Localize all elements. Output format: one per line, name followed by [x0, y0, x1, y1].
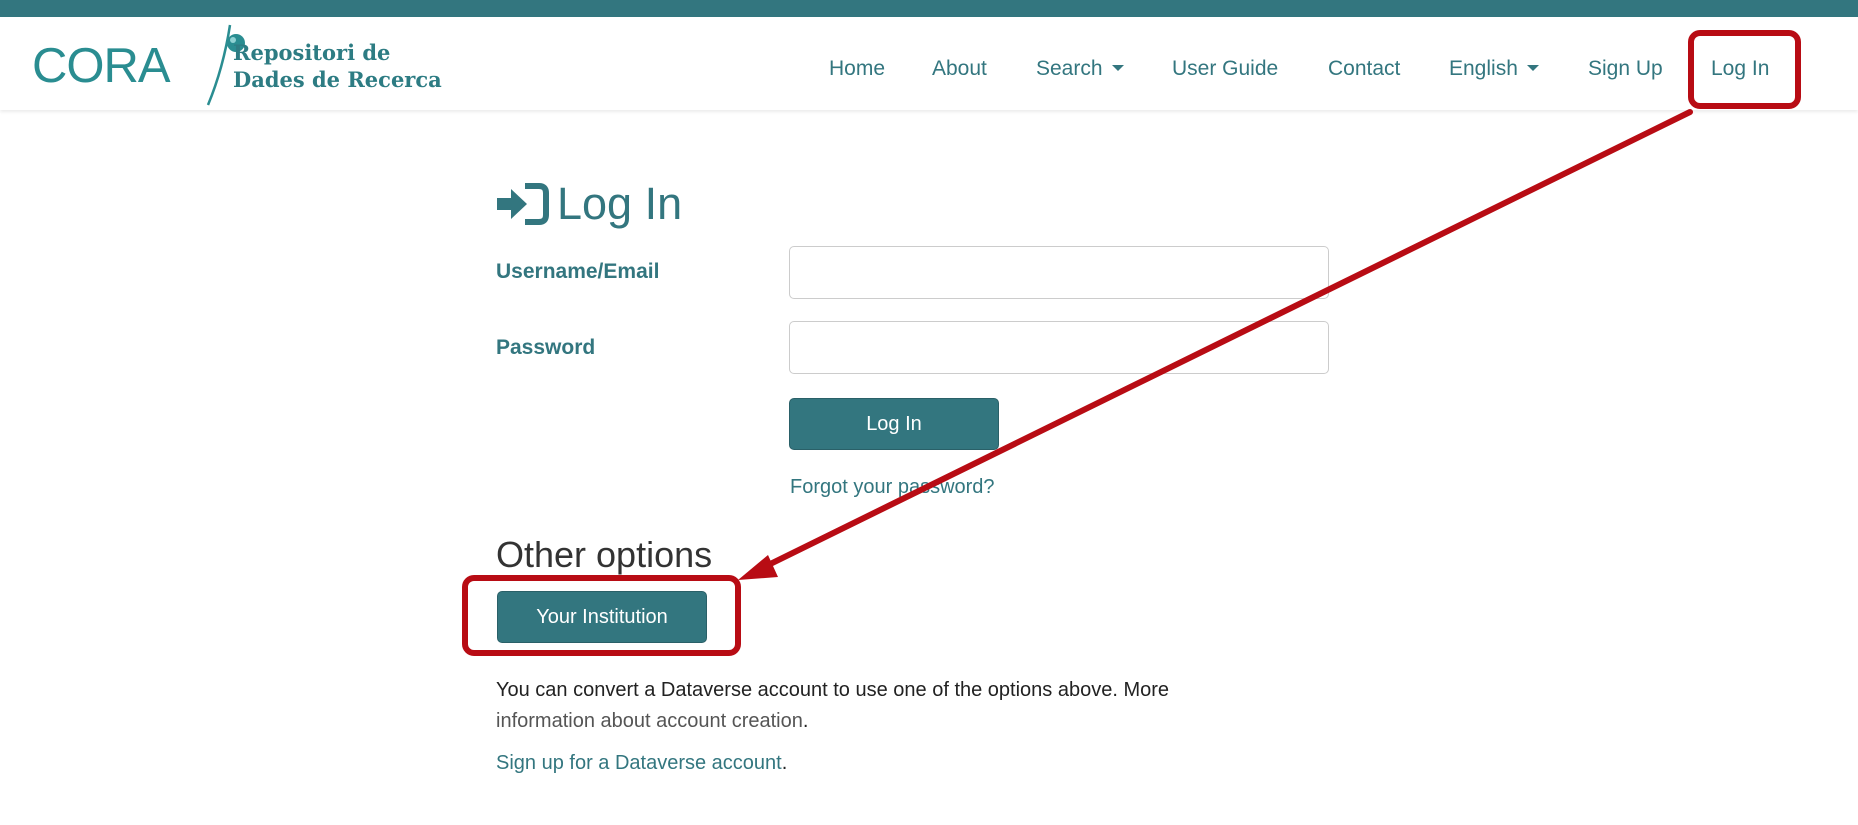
cora-logo[interactable]: CORA Repositori de Dades de Recerca [32, 21, 442, 107]
caret-down-icon [1526, 65, 1539, 71]
logo-subtitle-line1: Repositori de [233, 40, 391, 65]
password-label: Password [496, 336, 596, 359]
nav-language[interactable]: English [1449, 57, 1539, 81]
info-text-end: . [802, 710, 809, 732]
logo-subtitle-line2: Dades de Recerca [233, 67, 442, 92]
nav-search[interactable]: Search [1036, 57, 1124, 81]
top-accent-strip [0, 0, 1858, 17]
sign-in-icon [497, 183, 549, 225]
institution-button-highlight-box [462, 575, 741, 656]
forgot-password-link[interactable]: Forgot your password? [790, 476, 995, 499]
nav-sign-up[interactable]: Sign Up [1588, 57, 1663, 81]
username-label: Username/Email [496, 260, 660, 283]
dataverse-signup-link[interactable]: Sign up for a Dataverse account [496, 752, 782, 774]
navbar: CORA Repositori de Dades de Recerca Home… [0, 17, 1858, 110]
account-conversion-info: You can convert a Dataverse account to u… [496, 675, 1256, 737]
password-input[interactable] [789, 321, 1329, 374]
nav-contact[interactable]: Contact [1328, 57, 1400, 81]
nav-user-guide[interactable]: User Guide [1172, 57, 1278, 81]
nav-home[interactable]: Home [829, 57, 885, 81]
nav-about[interactable]: About [932, 57, 987, 81]
signup-end: . [781, 752, 788, 774]
info-text-part1: You can convert a Dataverse account to u… [496, 679, 1170, 701]
nav-language-label: English [1449, 57, 1518, 80]
dataverse-signup-line: Sign up for a Dataverse account. [496, 752, 787, 775]
username-input[interactable] [789, 246, 1329, 299]
login-nav-highlight-box [1688, 30, 1801, 109]
logo-wordmark: CORA [32, 39, 171, 93]
logo-subtitle: Repositori de Dades de Recerca [233, 39, 442, 93]
caret-down-icon [1111, 65, 1124, 71]
log-in-button[interactable]: Log In [789, 398, 999, 450]
nav-search-label: Search [1036, 57, 1103, 80]
account-creation-info-link[interactable]: information about account creation [496, 710, 803, 732]
page-title-text: Log In [557, 178, 683, 229]
other-options-heading: Other options [496, 534, 713, 575]
page: CORA Repositori de Dades de Recerca Home… [0, 0, 1858, 825]
